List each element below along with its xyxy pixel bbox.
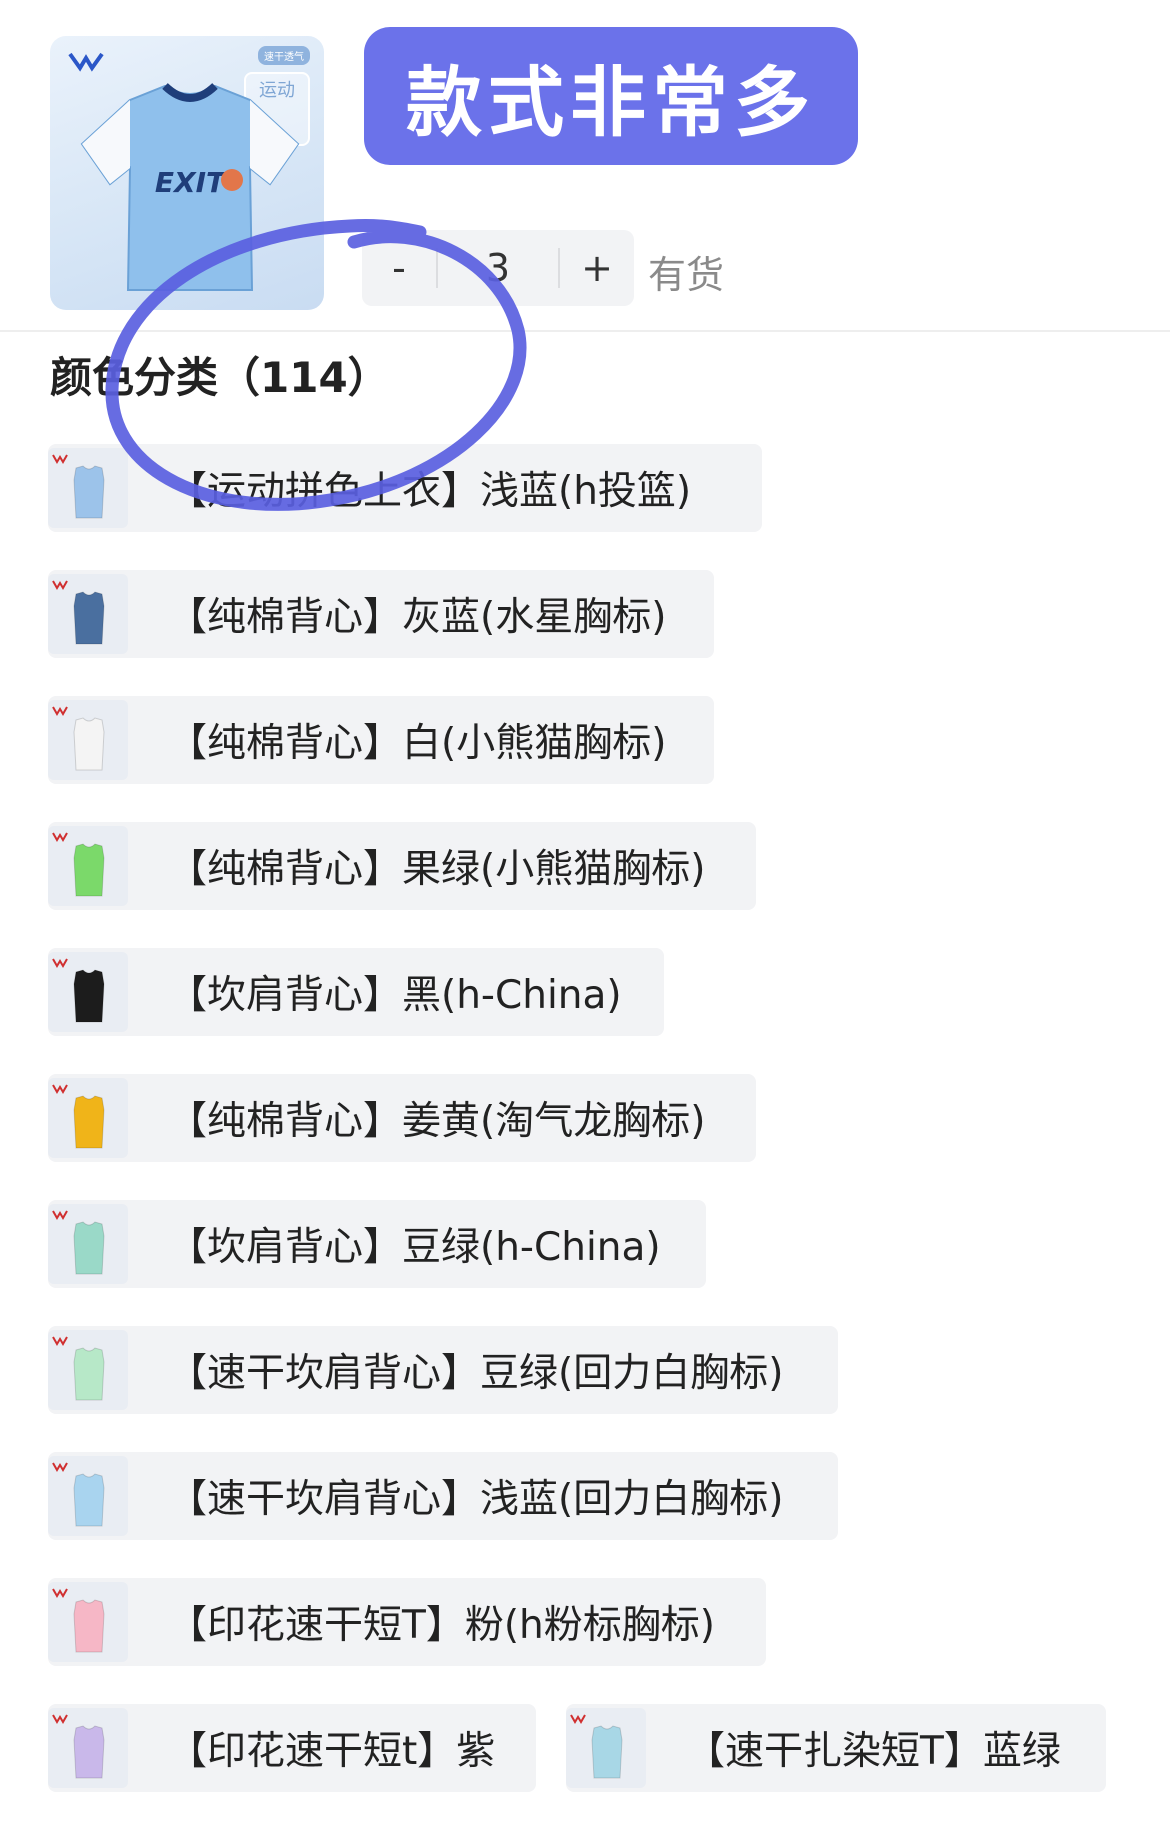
variant-label: 【纯棉背心】灰蓝(水星胸标) [168,595,667,640]
warrior-logo-icon [52,1714,68,1724]
warrior-logo-icon [68,52,104,72]
variant-label: 【印花速干短T】粉(h粉标胸标) [168,1603,715,1648]
quantity-stepper: - 3 + [362,230,634,306]
increment-button[interactable]: + [560,246,634,290]
variant-chip[interactable]: 【速干坎肩背心】豆绿(回力白胸标) [48,1326,838,1414]
variant-label: 【速干坎肩背心】浅蓝(回力白胸标) [168,1477,784,1522]
warrior-logo-icon [52,454,68,464]
variant-label: 【纯棉背心】白(小熊猫胸标) [168,721,667,766]
variant-chip[interactable]: 【速干坎肩背心】浅蓝(回力白胸标) [48,1452,838,1540]
warrior-logo-icon [52,1336,68,1346]
warrior-logo-icon [52,580,68,590]
warrior-logo-icon [52,958,68,968]
shirt-print-text: EXIT [155,166,227,199]
divider [0,330,1170,332]
variant-label: 【坎肩背心】豆绿(h-China) [168,1225,661,1270]
shirt-icon [73,717,105,771]
variant-thumbnail [48,1456,128,1536]
quantity-value[interactable]: 3 [436,248,560,288]
shirt-image: EXIT [80,82,300,291]
shirt-icon [73,1473,105,1527]
shirt-icon [73,465,105,519]
warrior-logo-icon [52,1084,68,1094]
variant-chip[interactable]: 【纯棉背心】姜黄(淘气龙胸标) [48,1074,756,1162]
variant-label: 【坎肩背心】黑(h-China) [168,973,622,1018]
variant-thumbnail [566,1708,646,1788]
variant-thumbnail [48,1204,128,1284]
shirt-icon [73,1347,105,1401]
shirt-icon [73,1221,105,1275]
product-tag-quickdry: 速干透气 [258,46,310,65]
headline-text: 款式非常多 [406,58,816,147]
variant-label: 【运动拼色上衣】浅蓝(h投篮) [168,469,692,514]
variant-chip[interactable]: 【坎肩背心】黑(h-China) [48,948,664,1036]
warrior-logo-icon [52,1588,68,1598]
variant-thumbnail [48,574,128,654]
variant-chip[interactable]: 【坎肩背心】豆绿(h-China) [48,1200,706,1288]
variant-chip[interactable]: 【运动拼色上衣】浅蓝(h投篮) [48,444,762,532]
variant-thumbnail [48,448,128,528]
warrior-logo-icon [52,1210,68,1220]
variant-label: 【纯棉背心】果绿(小熊猫胸标) [168,847,706,892]
warrior-logo-icon [52,706,68,716]
variant-thumbnail [48,1708,128,1788]
product-thumbnail[interactable]: 速干透气 运动 EXIT [50,36,324,310]
variant-thumbnail [48,1330,128,1410]
warrior-logo-icon [52,832,68,842]
shirt-icon [73,969,105,1023]
variant-thumbnail [48,952,128,1032]
variant-label: 【速干坎肩背心】豆绿(回力白胸标) [168,1351,784,1396]
variant-thumbnail [48,700,128,780]
variant-label: 【印花速干短t】紫 [168,1729,496,1774]
variant-chip[interactable]: 【纯棉背心】灰蓝(水星胸标) [48,570,714,658]
shirt-icon [73,591,105,645]
stock-status: 有货 [648,253,725,297]
variant-thumbnail [48,1582,128,1662]
shirt-icon [73,1095,105,1149]
warrior-logo-icon [570,1714,586,1724]
variant-thumbnail [48,1078,128,1158]
decrement-button[interactable]: - [362,246,436,290]
variant-chip[interactable]: 【印花速干短T】粉(h粉标胸标) [48,1578,766,1666]
warrior-logo-icon [52,1462,68,1472]
variant-chip[interactable]: 【纯棉背心】白(小熊猫胸标) [48,696,714,784]
shirt-icon [591,1725,623,1779]
color-category-title: 颜色分类（114） [50,353,390,402]
variant-chip[interactable]: 【纯棉背心】果绿(小熊猫胸标) [48,822,756,910]
variant-label: 【纯棉背心】姜黄(淘气龙胸标) [168,1099,706,1144]
headline-banner: 款式非常多 [364,27,858,165]
shirt-icon [73,1599,105,1653]
shirt-icon [73,843,105,897]
variant-chip[interactable]: 【速干扎染短T】蓝绿 [566,1704,1106,1792]
variant-chip[interactable]: 【印花速干短t】紫 [48,1704,536,1792]
shirt-icon [73,1725,105,1779]
variant-thumbnail [48,826,128,906]
variant-label: 【速干扎染短T】蓝绿 [686,1729,1061,1774]
